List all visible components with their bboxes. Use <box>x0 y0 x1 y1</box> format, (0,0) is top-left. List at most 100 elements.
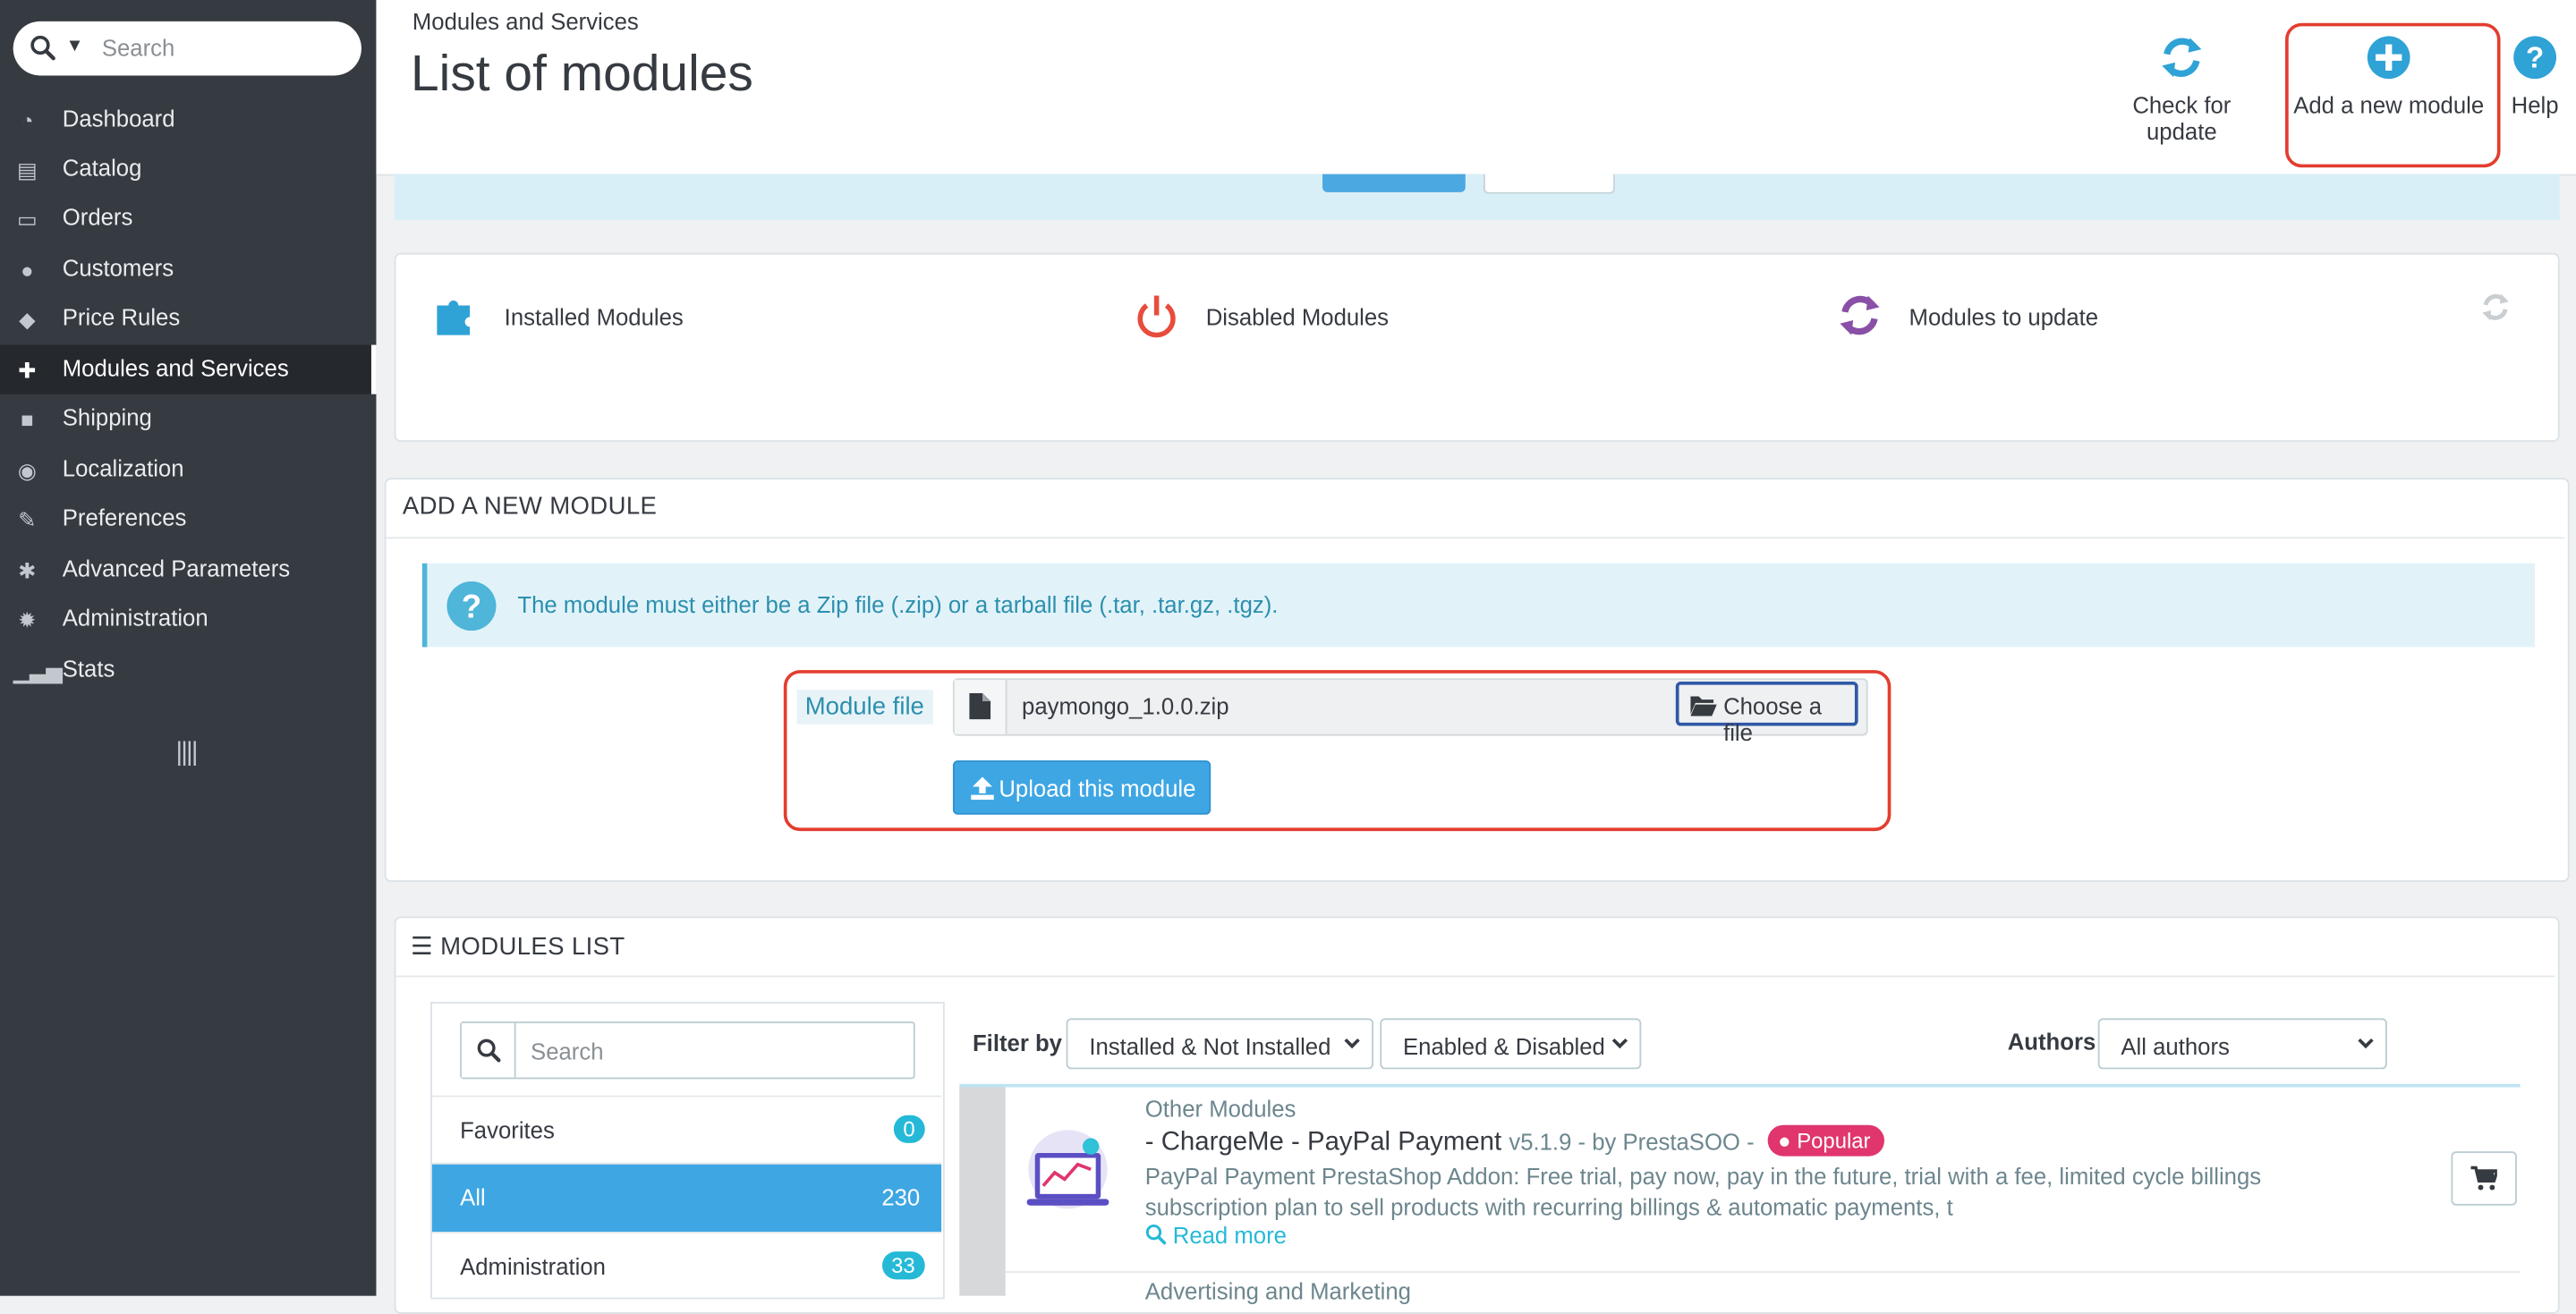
sidebar-item-orders[interactable]: ▭ Orders <box>0 194 376 243</box>
module-title[interactable]: - ChargeMe - PayPal Payment v5.1.9 - by … <box>1144 1124 1884 1158</box>
category-favorites[interactable]: Favorites 0 <box>431 1095 942 1165</box>
divider <box>395 975 2555 978</box>
sidebar-item-advanced-parameters[interactable]: ✱ Advanced Parameters <box>0 546 376 595</box>
enable-status-value: Enabled & Disabled <box>1403 1032 1605 1060</box>
module-logo <box>1026 1130 1109 1209</box>
sidebar-item-shipping[interactable]: ■ Shipping <box>0 394 376 444</box>
help-icon: ? <box>2513 36 2556 80</box>
caret-down-icon[interactable]: ▼ <box>65 36 83 55</box>
read-more-link[interactable]: Read more <box>1145 1222 1287 1248</box>
search-icon <box>477 1038 501 1063</box>
tags-icon: ◆ <box>19 307 36 332</box>
category-label: Favorites <box>460 1116 555 1143</box>
enable-status-select[interactable]: Enabled & Disabled <box>1380 1018 1642 1070</box>
next-module-category: Advertising and Marketing <box>1144 1277 1411 1304</box>
module-meta: v5.1.9 - by PrestaSOO - <box>1509 1128 1755 1155</box>
authors-value: All authors <box>2121 1032 2230 1060</box>
sidebar-item-label: Dashboard <box>62 105 175 131</box>
sidebar-item-preferences[interactable]: ✎ Preferences <box>0 495 376 544</box>
category-administration[interactable]: Administration 33 <box>431 1232 942 1301</box>
page-header: Modules and Services List of modules Che… <box>376 0 2576 176</box>
search-placeholder: Search <box>531 1038 604 1064</box>
module-name: - ChargeMe - PayPal Payment <box>1144 1128 1502 1157</box>
sidebar-item-localization[interactable]: ◉ Localization <box>0 445 376 495</box>
sidebar-item-administration[interactable]: ✹ Administration <box>0 595 376 644</box>
catalog-icon: ▤ <box>16 157 38 182</box>
modules-list-title: ☰ MODULES LIST <box>411 931 625 961</box>
sidebar-item-label: Advanced Parameters <box>62 555 291 581</box>
gear-icon: ✹ <box>18 607 37 632</box>
sidebar-item-label: Modules and Services <box>62 354 289 381</box>
puzzle-icon <box>437 301 471 335</box>
power-icon <box>1137 295 1176 338</box>
installed-modules-link[interactable]: Installed Modules <box>437 301 684 335</box>
divider <box>1005 1271 2521 1273</box>
reload-icon[interactable] <box>2479 291 2512 324</box>
category-search-input[interactable]: Search <box>460 1022 915 1080</box>
sidebar-item-label: Administration <box>62 604 208 632</box>
customers-icon: ● <box>21 258 34 283</box>
sidebar-item-stats[interactable]: ▁▃▅ Stats <box>0 646 376 695</box>
install-status-value: Installed & Not Installed <box>1089 1032 1331 1060</box>
modules-to-update-label: Modules to update <box>1909 303 2099 331</box>
disabled-modules-label: Disabled Modules <box>1205 303 1390 331</box>
cogs-icon: ✱ <box>18 558 37 583</box>
sidebar-item-label: Shipping <box>62 403 152 431</box>
sidebar-item-label: Localization <box>62 454 184 481</box>
popular-badge-label: Popular <box>1797 1128 1871 1153</box>
category-all[interactable]: All 230 <box>431 1162 942 1233</box>
sidebar-item-price-rules[interactable]: ◆ Price Rules <box>0 294 376 343</box>
check-for-update-label: Check for update <box>2132 91 2232 145</box>
svg-text:?: ? <box>462 588 481 624</box>
category-label: Administration <box>460 1252 606 1280</box>
bar-chart-icon: ▁▃▅ <box>13 658 63 683</box>
installed-modules-label: Installed Modules <box>504 303 684 331</box>
annotation-highlight <box>783 670 1892 832</box>
users-icon: ● <box>1778 1128 1798 1153</box>
chevron-down-icon <box>2358 1038 2374 1049</box>
sidebar-item-label: Orders <box>62 203 133 231</box>
sidebar-search[interactable]: ▼ Search <box>13 21 361 76</box>
notice-strip <box>394 174 2560 221</box>
sidebar-item-label: Preferences <box>62 504 187 531</box>
sidebar-item-catalog[interactable]: ▤ Catalog <box>0 145 376 194</box>
info-alert: ? The module must either be a Zip file (… <box>421 563 2536 648</box>
filter-by-label: Filter by <box>972 1030 1062 1056</box>
wrench-icon: ✎ <box>18 507 37 532</box>
check-for-update-button[interactable]: Check for update <box>2096 33 2267 145</box>
strip-secondary-button[interactable] <box>1483 174 1615 194</box>
authors-label: Authors <box>2007 1028 2096 1055</box>
buy-module-button[interactable] <box>2451 1151 2517 1206</box>
chevron-down-icon <box>1344 1038 1360 1049</box>
chevron-down-icon <box>1611 1038 1628 1049</box>
module-status-panel: Installed Modules Disabled Modules Modul… <box>394 252 2560 442</box>
read-more-label: Read more <box>1172 1222 1287 1249</box>
sidebar-item-dashboard[interactable]: ◔ Dashboard <box>0 95 376 144</box>
disabled-modules-link[interactable]: Disabled Modules <box>1137 295 1390 338</box>
sidebar-item-customers[interactable]: ● Customers <box>0 245 376 294</box>
search-icon <box>1145 1224 1167 1245</box>
authors-select[interactable]: All authors <box>2097 1018 2387 1070</box>
help-icon: ? <box>446 581 497 632</box>
info-alert-text: The module must either be a Zip file (.z… <box>517 590 1279 618</box>
refresh-icon <box>1840 295 1880 335</box>
strip-primary-button[interactable] <box>1322 174 1466 192</box>
search-button[interactable] <box>461 1022 516 1078</box>
sidebar: ▼ Search ◔ Dashboard ▤ Catalog ▭ Orders … <box>0 0 377 1296</box>
svg-text:?: ? <box>2526 41 2544 74</box>
divider <box>386 537 2565 539</box>
breadcrumb[interactable]: Modules and Services <box>412 8 639 34</box>
sidebar-item-modules[interactable]: ✚ Modules and Services <box>0 344 377 394</box>
collapse-sidebar-icon[interactable]: |||| <box>175 739 198 768</box>
module-row-strip <box>959 1087 1006 1296</box>
search-placeholder: Search <box>101 34 175 61</box>
category-count-badge: 230 <box>881 1183 921 1211</box>
module-description: PayPal Payment PrestaShop Addon: Free tr… <box>1144 1162 2262 1221</box>
module-category: Other Modules <box>1144 1095 1297 1123</box>
help-button[interactable]: ? Help <box>2507 33 2563 118</box>
modules-to-update-link[interactable]: Modules to update <box>1840 295 2099 335</box>
refresh-icon <box>2162 38 2202 78</box>
install-status-select[interactable]: Installed & Not Installed <box>1066 1018 1373 1070</box>
page-title: List of modules <box>411 44 753 102</box>
truck-icon: ■ <box>21 407 34 432</box>
